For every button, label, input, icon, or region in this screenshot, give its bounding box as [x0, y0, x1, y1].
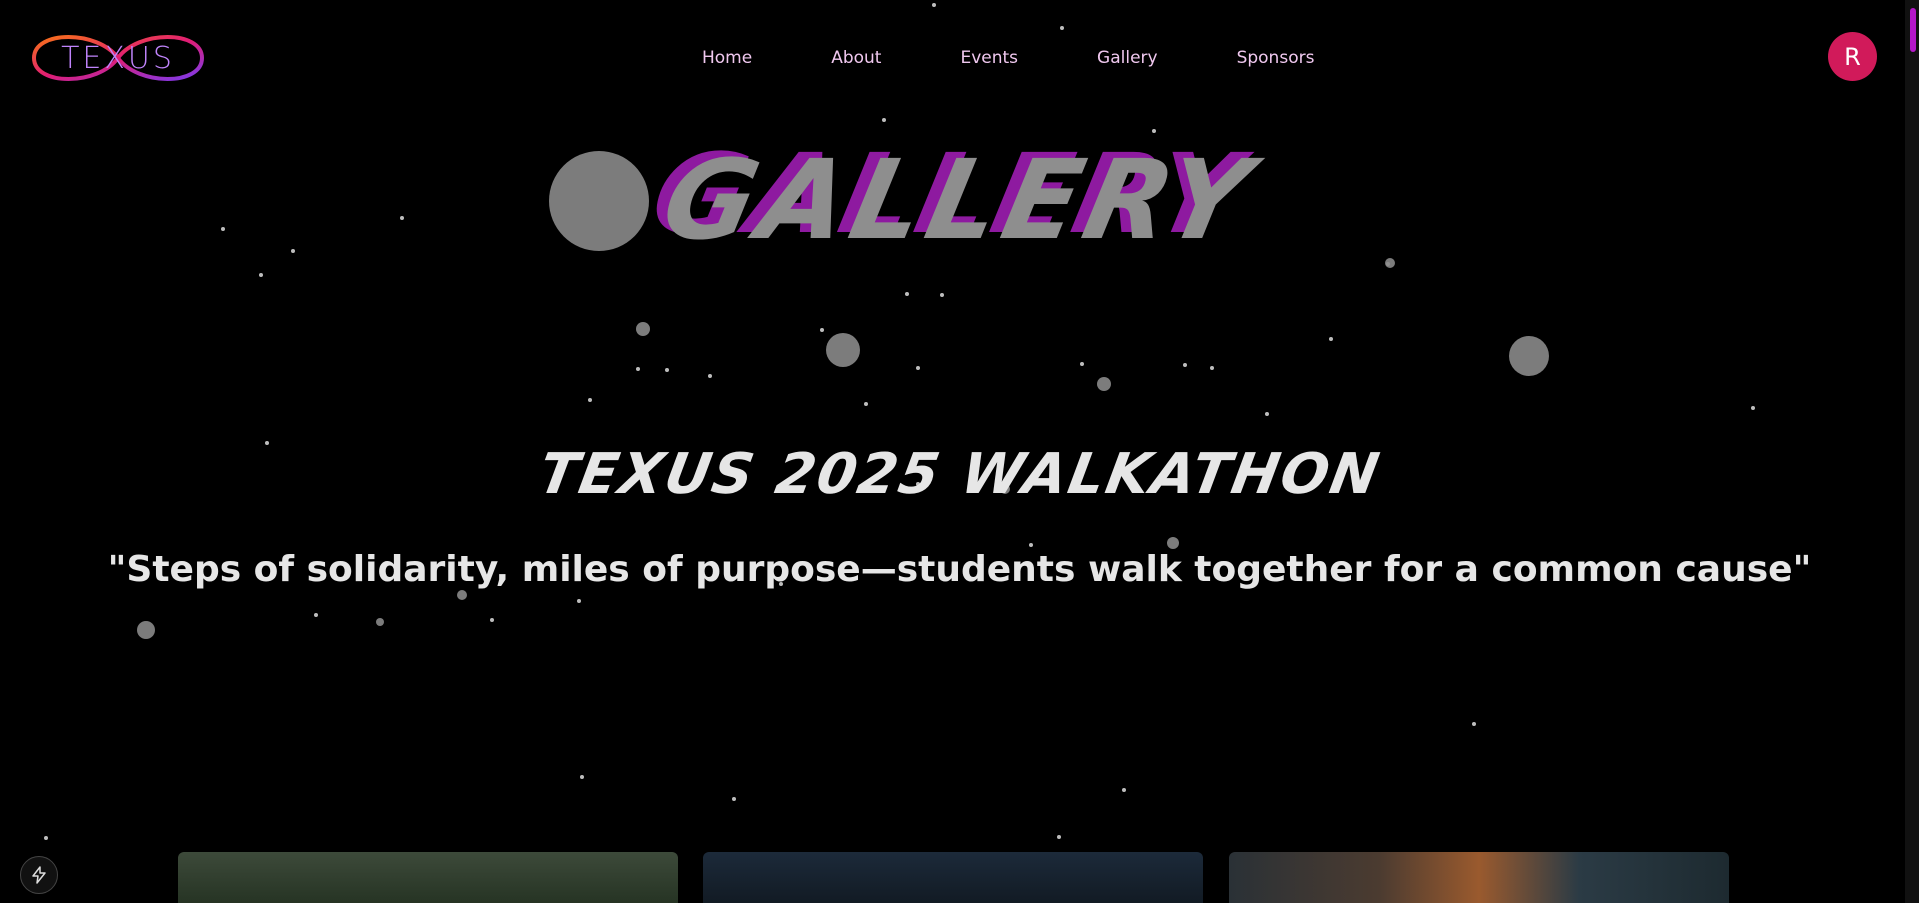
nav-about[interactable]: About: [831, 48, 881, 68]
star: [577, 599, 581, 603]
floating-orb: [826, 333, 860, 367]
gallery-title-wrap: GALLERY: [0, 136, 1919, 264]
floating-orb: [1097, 377, 1111, 391]
star: [44, 836, 48, 840]
star: [1265, 412, 1269, 416]
page: TEXUS Home About Events Gallery Sponsors…: [0, 0, 1919, 903]
floating-orb: [376, 618, 384, 626]
event-tagline: "Steps of solidarity, miles of purpose—s…: [107, 549, 1812, 590]
lightning-icon: [32, 866, 46, 884]
star: [490, 618, 494, 622]
navbar: TEXUS Home About Events Gallery Sponsors…: [0, 0, 1905, 120]
star: [1152, 129, 1156, 133]
gallery-image-card[interactable]: [178, 852, 678, 903]
gallery-image-card[interactable]: [1229, 852, 1729, 903]
page-title: GALLERY: [652, 136, 1267, 264]
star: [905, 292, 909, 296]
scrollbar-thumb[interactable]: [1910, 8, 1916, 52]
logo-text: TEXUS: [61, 40, 175, 76]
star: [314, 613, 318, 617]
user-avatar[interactable]: R: [1828, 32, 1877, 81]
star: [259, 273, 263, 277]
nav-gallery[interactable]: Gallery: [1097, 48, 1158, 68]
star: [1386, 262, 1390, 266]
star: [916, 366, 920, 370]
dev-tools-button[interactable]: [20, 856, 58, 894]
nav-events[interactable]: Events: [960, 48, 1018, 68]
floating-orb: [137, 621, 155, 639]
star: [636, 367, 640, 371]
star: [940, 293, 944, 297]
star: [1472, 722, 1476, 726]
star: [1183, 363, 1187, 367]
star: [864, 402, 868, 406]
texus-logo[interactable]: TEXUS: [28, 26, 208, 90]
main-nav: Home About Events Gallery Sponsors: [702, 48, 1314, 68]
star: [1329, 337, 1333, 341]
star: [708, 374, 712, 378]
star: [588, 398, 592, 402]
star: [665, 368, 669, 372]
nav-sponsors[interactable]: Sponsors: [1237, 48, 1315, 68]
gallery-image-card[interactable]: [703, 852, 1203, 903]
star: [1080, 362, 1084, 366]
floating-orb: [636, 322, 650, 336]
floating-orb: [1509, 336, 1549, 376]
nav-home[interactable]: Home: [702, 48, 752, 68]
star: [820, 328, 824, 332]
star: [1057, 835, 1061, 839]
star: [1122, 788, 1126, 792]
star: [580, 775, 584, 779]
star: [1751, 406, 1755, 410]
event-title: TEXUS 2025 WALKATHON: [533, 442, 1386, 507]
star: [1210, 366, 1214, 370]
star: [732, 797, 736, 801]
